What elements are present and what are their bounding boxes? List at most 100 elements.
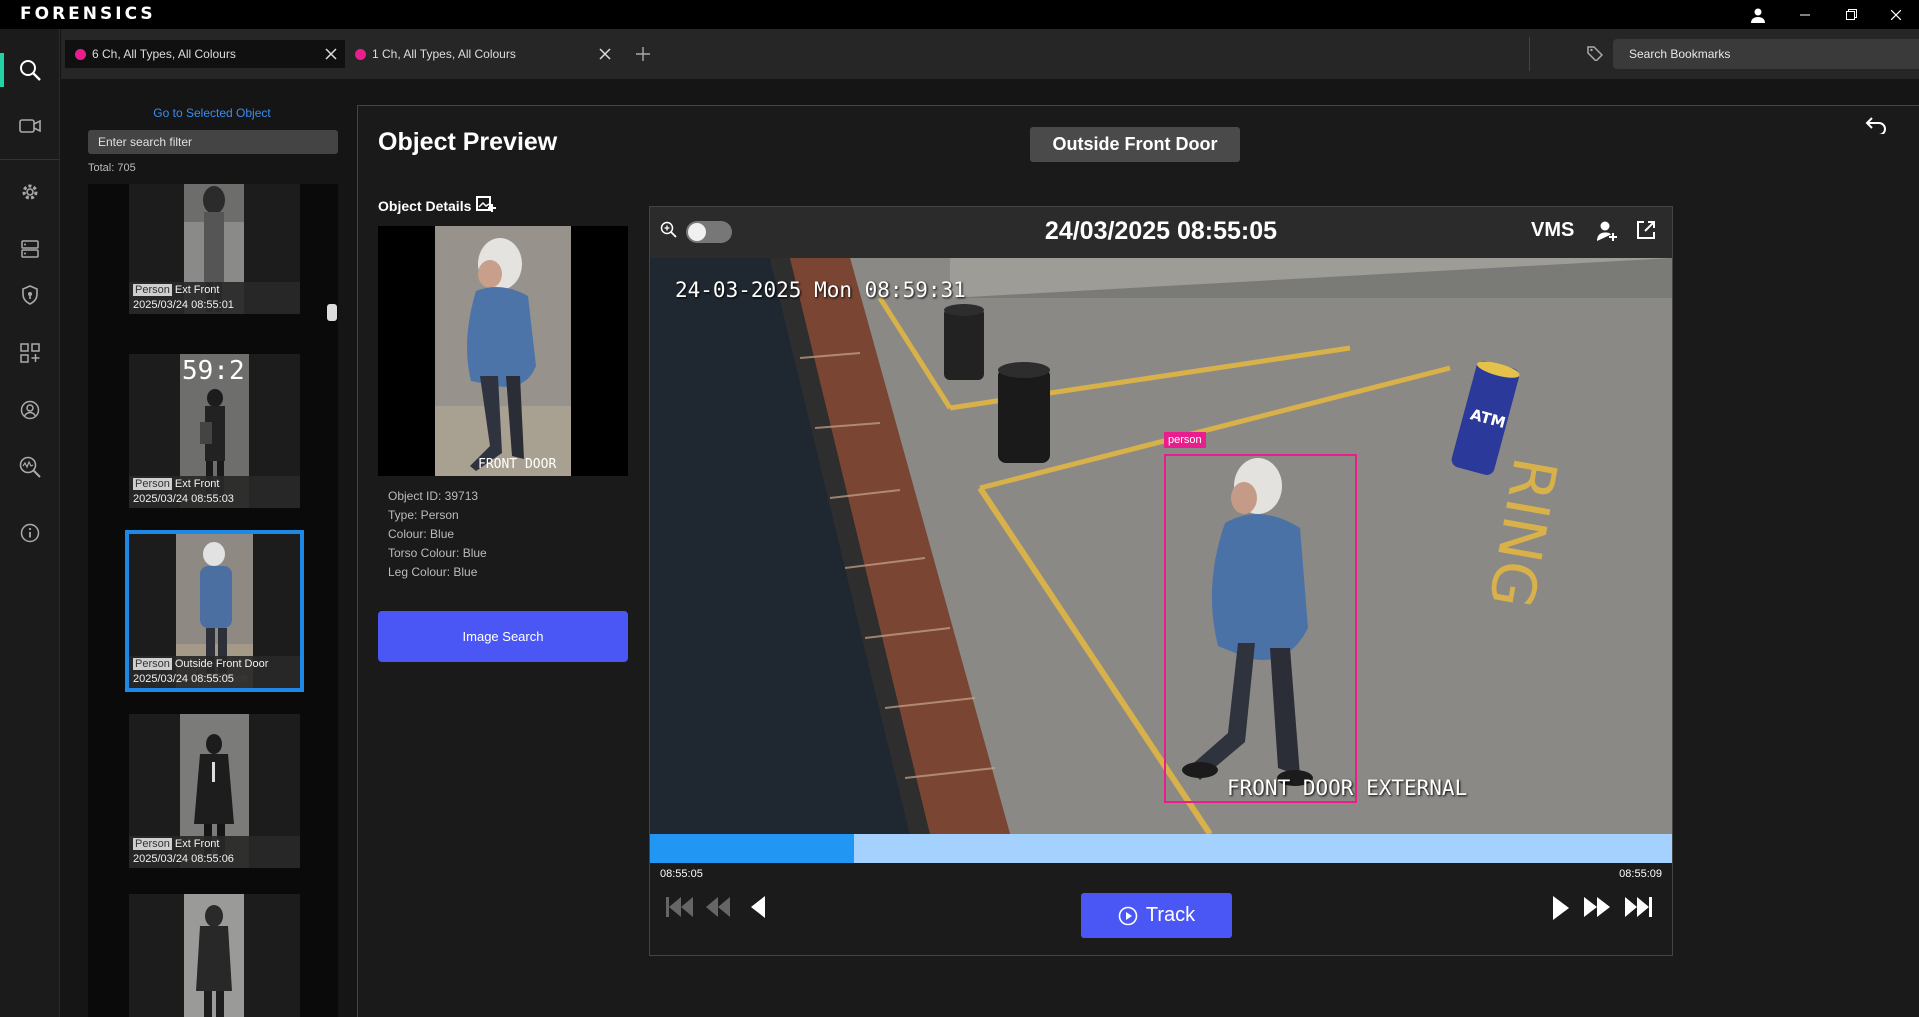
rewind-icon[interactable]	[705, 895, 731, 919]
restore-icon	[1845, 9, 1857, 20]
result-caption: Person Ext Front 2025/03/24 08:55:03	[129, 476, 300, 508]
search-tab-bar: 6 Ch, All Types, All Colours 1 Ch, All T…	[61, 29, 1919, 79]
user-button[interactable]	[1735, 0, 1781, 29]
sidebar-divider	[0, 159, 60, 160]
detection-bounding-box[interactable]	[1164, 454, 1357, 803]
play-icon[interactable]	[1552, 895, 1570, 921]
object-type-badge: Person	[133, 284, 172, 296]
result-caption: Person Ext Front 2025/03/24 08:55:01	[129, 282, 300, 314]
sidebar-item-video[interactable]	[0, 101, 60, 151]
minimize-icon	[1800, 14, 1810, 15]
go-to-selected-link[interactable]: Go to Selected Object	[61, 106, 363, 120]
user-icon	[1751, 8, 1765, 23]
play-circle-icon	[1118, 906, 1138, 925]
image-add-icon	[476, 196, 496, 212]
zoom-analytics-icon	[19, 456, 41, 478]
back-button[interactable]	[1865, 116, 1887, 139]
tab-color-dot	[75, 48, 86, 60]
video-frame[interactable]: RING ATM 24-03-2025 Mon 08:59:31 FRONT D…	[650, 258, 1672, 834]
result-caption: Person Outside Front Door 2025/03/24 08:5…	[129, 656, 300, 688]
close-tab-icon[interactable]	[597, 46, 613, 62]
result-camera: Ext Front	[174, 284, 220, 296]
step-back-icon[interactable]	[750, 895, 766, 919]
results-panel: Go to Selected Object Total: 705 PersonE…	[61, 79, 357, 1017]
result-camera: Ext Front	[174, 838, 220, 850]
object-preview-panel: Object Preview Outside Front Door Object…	[357, 105, 1919, 1017]
page-title: Object Preview	[378, 128, 558, 156]
track-button-label: Track	[1145, 904, 1196, 926]
image-search-button[interactable]: Image Search	[378, 611, 628, 662]
sidebar-item-search[interactable]	[0, 45, 60, 95]
tab-divider	[1529, 37, 1530, 71]
tab-search-2[interactable]: 1 Ch, All Types, All Colours	[345, 40, 619, 68]
result-thumbnail	[184, 894, 244, 1017]
svg-text:59:2: 59:2	[182, 356, 245, 386]
sidebar-item-info[interactable]	[0, 508, 60, 558]
object-type: Type: Person	[388, 508, 459, 522]
fast-forward-icon[interactable]	[1583, 895, 1611, 919]
result-caption: Person Ext Front 2025/03/24 08:55:06	[129, 836, 300, 868]
player-timestamp: 24/03/2025 08:55:05	[1044, 217, 1278, 245]
tab-label: 1 Ch, All Types, All Colours	[372, 47, 516, 61]
close-tab-icon[interactable]	[323, 46, 339, 62]
object-id: Object ID: 39713	[388, 489, 479, 503]
camera-name-badge: Outside Front Door	[1030, 127, 1240, 162]
search-bookmarks-label: Search Bookmarks	[1629, 47, 1731, 61]
skip-to-end-icon[interactable]	[1623, 895, 1653, 919]
result-time: 2025/03/24 08:55:05	[133, 673, 234, 685]
detection-label: person	[1164, 432, 1206, 448]
sidebar-item-security[interactable]	[0, 270, 60, 320]
track-button[interactable]: Track	[1081, 893, 1232, 938]
sidebar-item-account[interactable]	[0, 385, 60, 435]
camera-osd-timestamp: 24-03-2025 Mon 08:59:31	[675, 278, 966, 302]
result-card[interactable]: 59:2 Person Ext Front 2025/03/24 08:55:03	[129, 354, 300, 508]
bookmark-tag-button[interactable]	[1587, 45, 1604, 66]
object-crop-graphic: FRONT DOOR	[435, 226, 571, 476]
result-card[interactable]: Person Ext Front 2025/03/24 08:55:01	[129, 184, 300, 314]
object-colour: Colour: Blue	[388, 527, 455, 541]
person-add-icon[interactable]	[1596, 220, 1618, 242]
crop-osd-text: FRONT DOOR	[478, 457, 556, 472]
popout-icon[interactable]	[1636, 220, 1656, 240]
results-scrollbar[interactable]	[327, 304, 337, 321]
result-card[interactable]: Person Ext Front 2025/03/24 08:55:06	[129, 714, 300, 868]
title-bar: FORENSICS	[0, 0, 1919, 29]
nav-sidebar	[0, 29, 60, 1017]
tag-icon	[1587, 46, 1604, 63]
result-card-selected[interactable]: FRONT DOOR PersonOutside Front Door 2025…	[125, 530, 304, 692]
object-leg-colour: Leg Colour: Blue	[388, 565, 478, 579]
plus-icon	[636, 47, 650, 61]
tab-label: 6 Ch, All Types, All Colours	[92, 47, 236, 61]
object-type-badge: Person	[133, 838, 172, 850]
restore-button[interactable]	[1828, 0, 1874, 29]
result-camera: Ext Front	[174, 478, 220, 490]
shield-icon	[22, 285, 38, 305]
sidebar-item-analytics[interactable]	[0, 442, 60, 492]
timeline-start-time: 08:55:05	[660, 868, 703, 880]
sidebar-item-servers[interactable]	[0, 224, 60, 274]
object-type-badge: Person	[133, 658, 172, 670]
search-filter-input[interactable]	[88, 130, 338, 154]
vms-button[interactable]: VMS	[1531, 219, 1574, 242]
info-icon	[20, 523, 40, 543]
results-total: Total: 705	[88, 162, 136, 174]
skip-to-start-icon[interactable]	[665, 895, 695, 919]
sidebar-item-widgets[interactable]	[0, 328, 60, 378]
close-window-button[interactable]	[1873, 0, 1919, 29]
results-list[interactable]: Person Ext Front 2025/03/24 08:55:01 59:2…	[88, 184, 338, 1017]
minimize-button[interactable]	[1782, 0, 1828, 29]
close-icon	[1891, 9, 1901, 20]
object-crop-image: FRONT DOOR	[378, 226, 628, 476]
search-bookmarks-dropdown[interactable]: Search Bookmarks	[1613, 39, 1919, 69]
result-card[interactable]	[129, 894, 300, 1017]
timeline-progress	[650, 834, 855, 863]
dashboard-add-icon	[20, 343, 40, 363]
player-header: 24/03/2025 08:55:05 VMS	[650, 207, 1672, 258]
new-tab-button[interactable]	[635, 46, 651, 67]
sidebar-item-settings[interactable]	[0, 167, 60, 217]
playback-timeline[interactable]	[650, 834, 1672, 863]
tab-search-1[interactable]: 6 Ch, All Types, All Colours	[65, 40, 345, 68]
add-to-watchlist-button[interactable]	[476, 194, 496, 219]
undo-arrow-icon	[1865, 117, 1886, 136]
object-torso-colour: Torso Colour: Blue	[388, 546, 487, 560]
